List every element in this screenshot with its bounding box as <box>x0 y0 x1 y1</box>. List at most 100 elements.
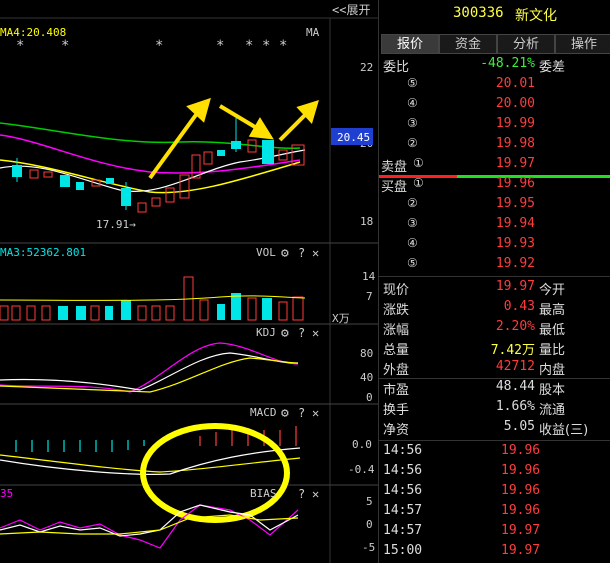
stat-label: 总量 <box>383 343 410 358</box>
stat-row-pct: 涨幅 2.20% 最低 <box>379 319 610 339</box>
buy-level-3: ③ 19.94 <box>379 216 610 236</box>
bias-close-icon[interactable]: ✕ <box>312 487 319 501</box>
stock-code: 300336 <box>453 5 504 21</box>
fund-label-2: 收益(三) <box>539 423 589 438</box>
tick-row: 14:56 19.96 <box>379 463 610 482</box>
divider <box>379 276 610 277</box>
sell-level-index: ⑤ <box>407 76 418 90</box>
kdj-gear-icon[interactable]: ⚙ <box>281 326 289 341</box>
sell-level-5: ⑤ 20.01 <box>379 76 610 96</box>
fund-label: 市盈 <box>383 383 410 398</box>
sell-price: 20.01 <box>495 76 535 91</box>
bias-axis-neg5: -5 <box>362 541 375 554</box>
tab-funds[interactable]: 资金 <box>439 34 497 54</box>
macd-axis-0: 0.0 <box>352 438 372 451</box>
chart-svg[interactable]: MA4:20.408 <<展开 MA *** **** 22 20 18 20.… <box>0 0 378 563</box>
ma3-label: MA3:52362.801 <box>0 246 86 259</box>
buy-label: 买盘 <box>381 180 408 195</box>
weibi-value: -48.21% <box>480 56 535 71</box>
stat-label-2: 最高 <box>539 303 566 318</box>
buy-price: 19.92 <box>495 256 535 271</box>
tick-row: 14:57 19.97 <box>379 523 610 542</box>
annotation-arrows <box>148 97 319 180</box>
macd-gear-icon[interactable]: ⚙ <box>281 406 289 421</box>
sell-price: 19.98 <box>495 136 535 151</box>
stat-value: 7.42万 <box>490 343 535 358</box>
buy-level-index: ③ <box>407 216 418 230</box>
sell-level-index: ③ <box>407 116 418 130</box>
fund-row-netasset: 净资 5.05 收益(三) <box>379 419 610 439</box>
fund-value: 1.66% <box>495 399 535 414</box>
fund-label: 换手 <box>383 403 410 418</box>
kdj-axis-80: 80 <box>360 347 373 360</box>
event-markers: * * * * * * * <box>16 38 287 54</box>
buy-level-index: ① <box>413 176 424 190</box>
tick-price: 19.96 <box>501 483 541 498</box>
bias-value: 35 <box>0 487 13 500</box>
bias-axis-5: 5 <box>366 495 373 508</box>
buy-price: 19.96 <box>495 176 535 191</box>
vol-axis-14: 14 <box>362 270 376 283</box>
low-annotation: 17.91→ <box>96 218 136 231</box>
fund-label: 净资 <box>383 423 410 438</box>
vol-close-icon[interactable]: ✕ <box>312 246 319 260</box>
tick-row: 14:56 19.96 <box>379 483 610 502</box>
price-axis-22: 22 <box>360 61 373 74</box>
fund-value: 48.44 <box>495 379 535 394</box>
stat-row-change: 涨跌 0.43 最高 <box>379 299 610 319</box>
sell-level-3: ③ 19.99 <box>379 116 610 136</box>
weibi-row: 委比 -48.21% 委差 <box>379 56 610 76</box>
stat-row-price: 现价 19.97 今开 <box>379 279 610 299</box>
bias-axis-0: 0 <box>366 518 373 531</box>
ma-tag: MA <box>306 26 320 39</box>
stat-label-2: 最低 <box>539 323 566 338</box>
buy-level-5: ⑤ 19.92 <box>379 256 610 276</box>
vol-help-icon[interactable]: ? <box>298 246 305 260</box>
vol-gear-icon[interactable]: ⚙ <box>281 246 289 261</box>
svg-text:*: * <box>155 38 163 54</box>
buy-price: 19.95 <box>495 196 535 211</box>
macd-histogram-negative <box>15 440 161 452</box>
fund-label-2: 股本 <box>539 383 566 398</box>
chart-panel[interactable]: MA4:20.408 <<展开 MA *** **** 22 20 18 20.… <box>0 0 378 563</box>
bias-help-icon[interactable]: ? <box>298 487 305 501</box>
weicha-label: 委差 <box>539 60 566 75</box>
stat-label-2: 今开 <box>539 283 566 298</box>
fund-row-pe: 市盈 48.44 股本 <box>379 379 610 399</box>
buy-level-index: ⑤ <box>407 256 418 270</box>
kdj-close-icon[interactable]: ✕ <box>312 326 319 340</box>
quote-panel: 300336 新文化 报价 资金 分析 操作 委比 -48.21% 委差 ⑤ 2… <box>378 0 610 563</box>
macd-axis-neg: -0.4 <box>348 463 375 476</box>
sell-level-1: 卖盘 ① 19.97 <box>379 156 610 176</box>
tick-row: 14:56 19.96 <box>379 443 610 462</box>
tab-operate[interactable]: 操作 <box>555 34 610 54</box>
buy-level-2: ② 19.95 <box>379 196 610 216</box>
tick-time: 14:57 <box>383 523 423 538</box>
tick-time: 14:57 <box>383 503 423 518</box>
macd-help-icon[interactable]: ? <box>298 406 305 420</box>
sell-level-index: ④ <box>407 96 418 110</box>
stat-value: 0.43 <box>503 299 535 314</box>
tab-quote[interactable]: 报价 <box>381 34 439 54</box>
sell-level-index: ② <box>407 136 418 150</box>
vol-axis-7: 7 <box>366 290 373 303</box>
weibi-label: 委比 <box>383 60 410 75</box>
ma4-label: MA4:20.408 <box>0 26 66 39</box>
kdj-help-icon[interactable]: ? <box>298 326 305 340</box>
stat-row-outer: 外盘 42712 内盘 <box>379 359 610 379</box>
stat-label-2: 内盘 <box>539 363 566 378</box>
fund-label-2: 流通 <box>539 403 566 418</box>
stock-name: 新文化 <box>515 8 557 24</box>
sell-level-4: ④ 20.00 <box>379 96 610 116</box>
macd-close-icon[interactable]: ✕ <box>312 406 319 420</box>
vol-label: VOL <box>256 246 276 259</box>
tab-analysis[interactable]: 分析 <box>497 34 555 54</box>
expand-toggle[interactable]: <<展开 <box>332 3 370 17</box>
vol-axis-unit: X万 <box>332 312 350 325</box>
current-price-tag: 20.45 <box>337 131 370 144</box>
stat-label: 涨跌 <box>383 303 410 318</box>
stat-label: 外盘 <box>383 363 410 378</box>
stat-value: 2.20% <box>495 319 535 334</box>
svg-text:*: * <box>216 38 224 54</box>
stat-label: 现价 <box>383 283 410 298</box>
